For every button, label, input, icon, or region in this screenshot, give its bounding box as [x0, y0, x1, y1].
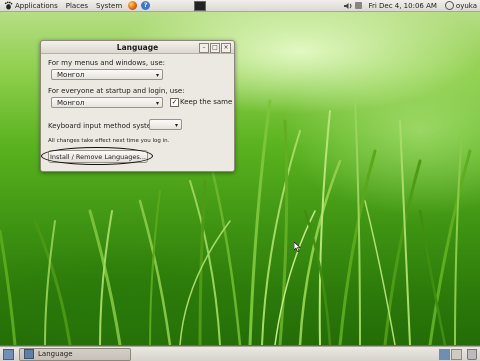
dialog-title: Language [116, 42, 159, 52]
power-icon[interactable] [444, 1, 454, 10]
workspace-1[interactable] [439, 348, 450, 360]
clock[interactable]: Fri Dec 4, 10:06 AM [364, 2, 440, 10]
network-icon[interactable] [355, 2, 363, 9]
input-method-select[interactable]: ▾ [149, 119, 182, 130]
volume-icon[interactable] [344, 2, 353, 10]
minimize-icon[interactable]: – [199, 43, 209, 53]
user-name[interactable]: oyuka [456, 2, 480, 10]
places-label: Places [65, 1, 89, 10]
help-icon[interactable]: ? [141, 1, 151, 10]
effect-note: All changes take effect next time you lo… [48, 138, 170, 144]
chevron-down-icon: ▾ [174, 122, 178, 129]
taskbar-language-button[interactable]: Language [19, 347, 131, 361]
menus-language-label: For my menus and windows, use: [48, 59, 166, 67]
workspace-2[interactable] [451, 348, 462, 360]
mouse-cursor-icon [294, 242, 301, 252]
menus-language-value: Монгол [57, 71, 85, 79]
bottom-panel: Language [0, 346, 480, 361]
keep-same-label: Keep the same [180, 98, 233, 106]
places-menu[interactable]: Places [62, 0, 92, 11]
close-icon[interactable]: × [221, 43, 231, 53]
trash-icon[interactable] [467, 348, 477, 360]
startup-language-value: Монгол [57, 99, 85, 107]
workspace-switcher [438, 348, 462, 360]
applications-menu[interactable]: Applications [0, 0, 62, 11]
gnome-foot-icon [4, 1, 13, 10]
startup-language-label: For everyone at startup and login, use: [48, 87, 185, 95]
taskbar-language-label: Language [38, 350, 73, 358]
firefox-icon[interactable] [128, 1, 138, 10]
system-tray [344, 0, 364, 11]
window-controls: – □ × [198, 43, 231, 53]
top-panel: Applications Places System ? Fri Dec 4, … [0, 0, 480, 12]
window-icon [24, 349, 34, 359]
chevron-down-icon: ▾ [155, 100, 159, 107]
maximize-icon[interactable]: □ [210, 43, 220, 53]
language-dialog: Language – □ × For my menus and windows,… [40, 40, 235, 172]
menus-language-select[interactable]: Монгол ▾ [51, 69, 163, 80]
show-desktop-icon[interactable] [3, 348, 14, 360]
system-label: System [96, 1, 123, 10]
chevron-down-icon: ▾ [155, 72, 159, 79]
keep-same-checkbox[interactable]: ✓ [170, 98, 179, 107]
terminal-icon[interactable] [194, 0, 207, 11]
highlight-oval [41, 147, 153, 165]
startup-language-select[interactable]: Монгол ▾ [51, 97, 163, 108]
input-method-label: Keyboard input method system: [48, 122, 161, 130]
applications-label: Applications [15, 1, 58, 10]
system-menu[interactable]: System [92, 0, 126, 11]
dialog-titlebar[interactable]: Language – □ × [41, 41, 234, 54]
